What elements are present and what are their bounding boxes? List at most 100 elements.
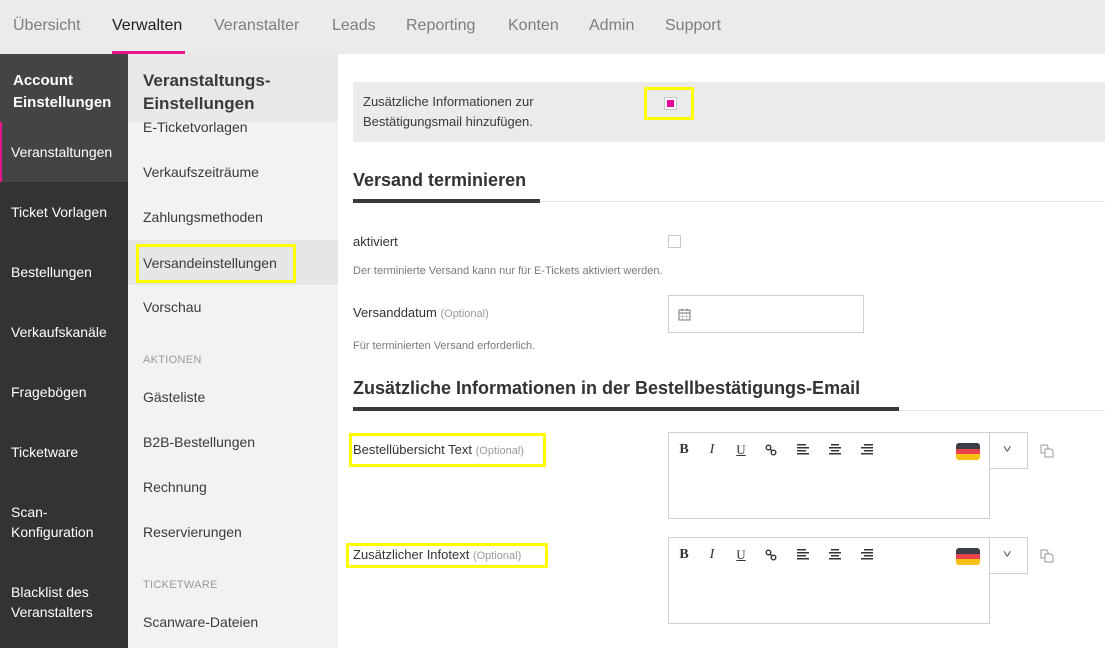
subnav-title: Veranstaltungs- Einstellungen — [143, 71, 271, 113]
add-info-checkbox[interactable] — [664, 97, 677, 110]
subnav-item-vorschau[interactable]: Vorschau — [128, 284, 338, 329]
order-summary-label: Bestellübersicht Text (Optional) — [353, 442, 524, 457]
subnav-item-label: Zahlungsmethoden — [143, 208, 263, 225]
section-title-extra-info: Zusätzliche Informationen in der Bestell… — [353, 378, 861, 398]
add-info-label: Zusätzliche Informationen zur Bestätigun… — [363, 92, 534, 132]
checkbox-checked-mark — [667, 100, 674, 107]
subnav-header: Veranstaltungs- Einstellungen — [128, 54, 338, 122]
tab-admin[interactable]: Admin — [589, 17, 634, 35]
subnav-item-b2b-bestellungen[interactable]: B2B-Bestellungen — [128, 419, 338, 464]
bold-button[interactable]: B — [676, 442, 692, 458]
account-sidebar: Account Einstellungen Veranstaltungen Tic… — [0, 54, 128, 648]
subnav-item-label: Gästeliste — [143, 388, 206, 405]
subnav-item-label: Rechnung — [143, 478, 207, 495]
subnav-item-scanware-dateien[interactable]: Scanware-Dateien — [128, 599, 338, 644]
activated-label: aktiviert — [353, 234, 398, 249]
subnav-item-reservierungen[interactable]: Reservierungen — [128, 509, 338, 554]
add-info-box: Zusätzliche Informationen zur Bestätigun… — [353, 82, 1105, 142]
underline-button[interactable]: U — [733, 547, 749, 563]
section-label-aktionen: AKTIONEN — [143, 354, 202, 366]
editor-toolbar: B I U — [668, 432, 990, 469]
align-left-icon[interactable] — [795, 547, 811, 560]
sidebar-item-label: Ticketware — [11, 444, 79, 460]
align-center-icon[interactable] — [827, 442, 843, 455]
section-title-versand: Versand terminieren — [353, 170, 527, 190]
sidebar-item-label: Verkaufskanäle — [11, 324, 107, 340]
subnav-item-rechnung[interactable]: Rechnung — [128, 464, 338, 509]
optional-tag: (Optional) — [475, 445, 524, 457]
main-content: Zusätzliche Informationen zur Bestätigun… — [338, 54, 1105, 648]
align-right-icon[interactable] — [859, 442, 875, 455]
sidebar-title: Account Einstellungen — [13, 72, 112, 111]
tab-verwalten[interactable]: Verwalten — [112, 17, 182, 35]
subnav-item-label: Versandeinstellungen — [143, 254, 277, 271]
additional-infotext-label: Zusätzlicher Infotext (Optional) — [353, 547, 521, 562]
optional-tag: (Optional) — [440, 308, 489, 320]
language-dropdown[interactable]: ˅ — [989, 537, 1028, 574]
section-label-ticketware: TICKETWARE — [143, 579, 218, 591]
sidebar-item-veranstaltungen[interactable]: Veranstaltungen — [0, 122, 128, 182]
add-info-label-line1: Zusätzliche Informationen zur — [363, 94, 534, 109]
sidebar-item-frageboegen[interactable]: Fragebögen — [0, 362, 128, 422]
date-label-text: Versanddatum — [353, 305, 437, 320]
bold-button[interactable]: B — [676, 547, 692, 563]
link-icon[interactable] — [763, 442, 779, 456]
language-dropdown[interactable]: ˅ — [989, 432, 1028, 469]
align-left-icon[interactable] — [795, 442, 811, 455]
section-title-underline — [353, 407, 899, 411]
copy-icon[interactable] — [1040, 444, 1054, 458]
subnav-item-versandeinstellungen[interactable]: Versandeinstellungen — [128, 240, 338, 285]
order-summary-label-text: Bestellübersicht Text — [353, 442, 472, 457]
italic-button[interactable]: I — [704, 442, 720, 458]
sidebar-item-bestellungen[interactable]: Bestellungen — [0, 242, 128, 302]
subnav-item-zahlungsmethoden[interactable]: Zahlungsmethoden — [128, 194, 338, 239]
sidebar-item-ticket-vorlagen[interactable]: Ticket Vorlagen — [0, 182, 128, 242]
german-flag-icon[interactable] — [956, 548, 980, 565]
subnav-item-verkaufszeitraeume[interactable]: Verkaufszeiträume — [128, 149, 338, 194]
subnav-item-gaesteliste[interactable]: Gästeliste — [128, 374, 338, 419]
optional-tag: (Optional) — [472, 550, 522, 562]
date-hint: Für terminierten Versand erforderlich. — [353, 340, 536, 352]
sidebar-item-verkaufskanaele[interactable]: Verkaufskanäle — [0, 302, 128, 362]
editor-toolbar: B I U — [668, 537, 990, 574]
copy-icon[interactable] — [1040, 549, 1054, 563]
top-navigation: Übersicht Verwalten Veranstalter Leads R… — [0, 0, 1105, 54]
additional-infotext-label-text: Zusätzlicher Infotext — [353, 547, 470, 562]
chevron-down-icon: ˅ — [1002, 549, 1012, 561]
subnav-item-label: Verkaufszeiträume — [143, 163, 259, 180]
date-label: Versanddatum (Optional) — [353, 305, 489, 320]
sidebar-item-label: Scan-Konfiguration — [11, 504, 94, 540]
align-center-icon[interactable] — [827, 547, 843, 560]
tab-uebersicht[interactable]: Übersicht — [13, 17, 81, 35]
add-info-label-line2: Bestätigungsmail hinzufügen. — [363, 114, 533, 129]
order-summary-textarea[interactable] — [668, 468, 990, 519]
section-title-underline — [353, 199, 540, 203]
tab-veranstalter[interactable]: Veranstalter — [214, 17, 299, 35]
tab-reporting[interactable]: Reporting — [406, 17, 475, 35]
sidebar-item-label: Blacklist des Veranstalters — [11, 584, 93, 620]
sidebar-header: Account Einstellungen — [0, 54, 128, 122]
sidebar-item-label: Veranstaltungen — [11, 144, 113, 160]
tab-konten[interactable]: Konten — [508, 17, 559, 35]
subnav-item-label: Vorschau — [143, 298, 202, 315]
sidebar-item-label: Fragebögen — [11, 384, 87, 400]
sidebar-item-blacklist[interactable]: Blacklist des Veranstalters — [0, 572, 110, 632]
tab-support[interactable]: Support — [665, 17, 721, 35]
event-settings-subnav: Veranstaltungs- Einstellungen E-Ticketvor… — [128, 54, 338, 648]
underline-button[interactable]: U — [733, 442, 749, 458]
german-flag-icon[interactable] — [956, 443, 980, 460]
chevron-down-icon: ˅ — [1002, 444, 1012, 456]
subnav-item-label: Scanware-Dateien — [143, 613, 259, 630]
sidebar-item-label: Bestellungen — [11, 264, 92, 280]
subnav-item-label: Reservierungen — [143, 523, 242, 540]
activated-checkbox[interactable] — [668, 235, 681, 248]
date-input[interactable] — [668, 295, 864, 333]
tab-leads[interactable]: Leads — [332, 17, 376, 35]
italic-button[interactable]: I — [704, 547, 720, 563]
sidebar-item-scan-konfiguration[interactable]: Scan-Konfiguration — [0, 492, 110, 552]
sidebar-item-ticketware[interactable]: Ticketware — [0, 422, 128, 482]
align-right-icon[interactable] — [859, 547, 875, 560]
additional-infotext-textarea[interactable] — [668, 573, 990, 624]
sidebar-item-label: Ticket Vorlagen — [11, 204, 107, 220]
link-icon[interactable] — [763, 547, 779, 561]
